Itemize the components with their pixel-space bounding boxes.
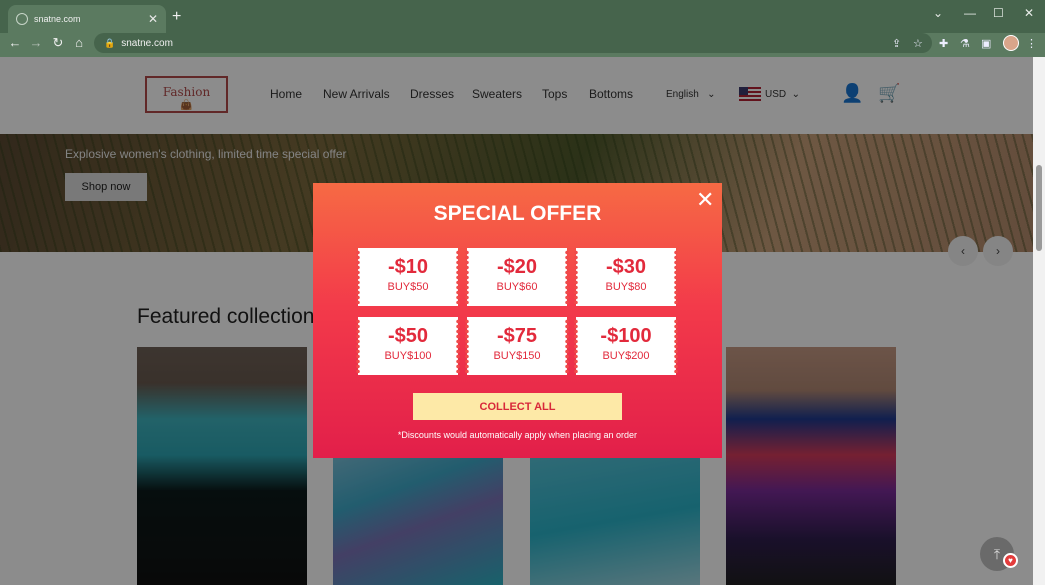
tab-close-icon[interactable]: ✕ — [148, 12, 158, 26]
coupon-amount: -$75 — [496, 325, 538, 347]
lock-icon: 🔒 — [104, 37, 116, 48]
coupon-amount: -$10 — [387, 256, 429, 278]
sidepanel-icon[interactable]: ▣ — [981, 37, 991, 50]
gift-badge-icon[interactable]: ♥ — [1003, 553, 1018, 568]
back-icon[interactable]: ← — [6, 35, 24, 50]
browser-toolbar: ← → ↻ ⌂ 🔒 snatne.com ⇪ ☆ ✚ ⚗ ▣ ⋮ — [0, 33, 1045, 57]
discount-note: *Discounts would automatically apply whe… — [397, 430, 638, 440]
favicon-icon — [16, 13, 28, 25]
coupon-condition: BUY$60 — [496, 281, 538, 293]
coupon: -$10 BUY$50 — [356, 248, 460, 306]
coupon: -$50 BUY$100 — [356, 317, 460, 375]
home-icon[interactable]: ⌂ — [70, 35, 88, 50]
scrollbar-thumb[interactable] — [1036, 165, 1042, 251]
tab-search-icon[interactable]: ⌄ — [933, 6, 943, 20]
menu-dots-icon[interactable]: ⋮ — [1026, 37, 1037, 50]
coupon-condition: BUY$50 — [387, 281, 429, 293]
collect-all-button[interactable]: COLLECT ALL — [413, 393, 622, 420]
special-offer-modal: SPECIAL OFFER ✕ -$10 BUY$50 -$20 BUY$60 … — [313, 183, 722, 458]
tab-title: snatne.com — [34, 14, 81, 24]
coupon-condition: BUY$80 — [605, 281, 647, 293]
coupon-condition: BUY$200 — [602, 350, 650, 362]
coupon-amount: -$30 — [605, 256, 647, 278]
bookmark-star-icon[interactable]: ☆ — [913, 37, 923, 50]
coupon-amount: -$100 — [600, 325, 652, 347]
url-text: snatne.com — [121, 37, 173, 49]
minimize-button[interactable]: — — [964, 6, 976, 20]
maximize-button[interactable]: ☐ — [993, 6, 1004, 20]
browser-tabstrip: snatne.com ✕ + ⌄ — ☐ ✕ — [0, 0, 1045, 33]
share-icon[interactable]: ⇪ — [892, 37, 901, 50]
browser-tab[interactable]: snatne.com ✕ — [8, 5, 166, 33]
coupon-condition: BUY$100 — [384, 350, 432, 362]
coupon: -$20 BUY$60 — [465, 248, 569, 306]
coupon: -$100 BUY$200 — [574, 317, 678, 375]
reload-icon[interactable]: ↻ — [49, 35, 67, 51]
coupon: -$30 BUY$80 — [574, 248, 678, 306]
coupon-amount: -$50 — [387, 325, 429, 347]
close-icon[interactable]: ✕ — [696, 189, 714, 211]
arrow-up-icon: ⤒ — [993, 545, 1001, 562]
modal-title: SPECIAL OFFER — [433, 202, 602, 225]
profile-avatar[interactable] — [1003, 35, 1019, 51]
extensions-icon[interactable]: ✚ — [939, 37, 948, 50]
new-tab-button[interactable]: + — [172, 8, 181, 26]
forward-icon[interactable]: → — [27, 35, 45, 50]
flask-icon[interactable]: ⚗ — [960, 37, 970, 50]
coupon: -$75 BUY$150 — [465, 317, 569, 375]
page-viewport: Fashion 👜 Home New Arrivals Dresses Swea… — [0, 57, 1033, 585]
close-window-button[interactable]: ✕ — [1024, 6, 1034, 20]
address-bar[interactable]: 🔒 snatne.com — [94, 33, 932, 53]
coupon-amount: -$20 — [496, 256, 538, 278]
page-scrollbar[interactable] — [1033, 57, 1045, 585]
coupon-condition: BUY$150 — [493, 350, 541, 362]
